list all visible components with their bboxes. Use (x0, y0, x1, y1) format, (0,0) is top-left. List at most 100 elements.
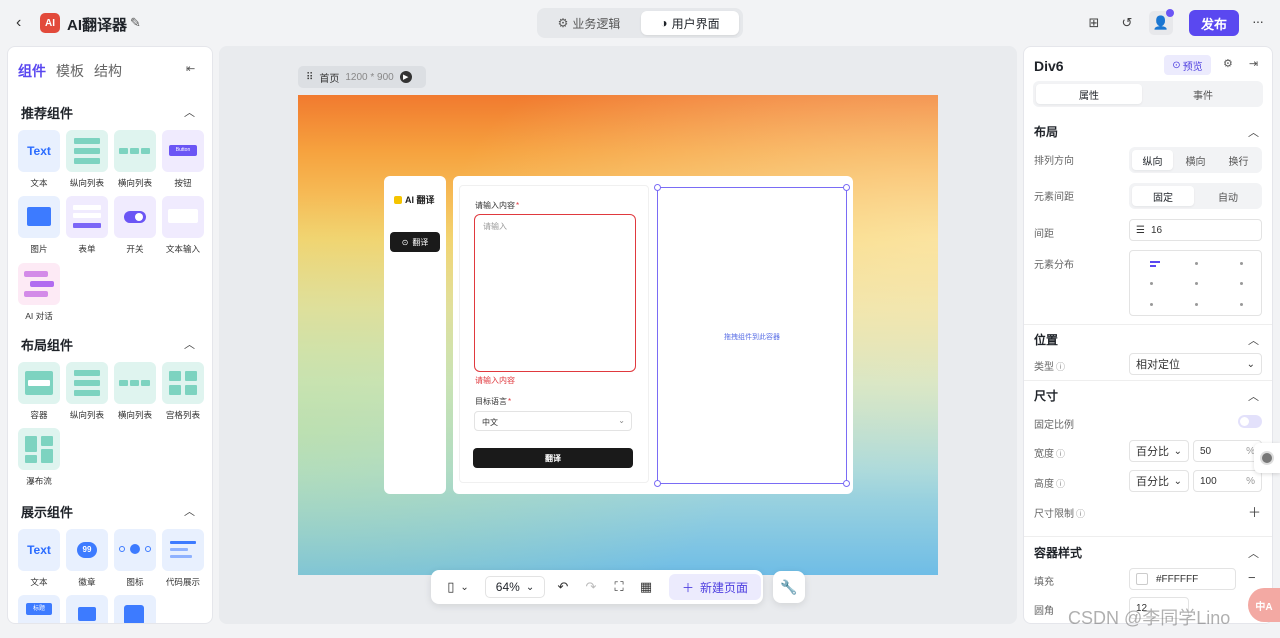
component-image[interactable]: 图片 (17, 196, 61, 255)
align-top-right[interactable] (1240, 262, 1243, 265)
preview-lang-select[interactable]: 中文 ⌄ (474, 411, 632, 431)
redo-icon[interactable]: ↷ (581, 577, 601, 597)
tile-text-label: Text (27, 543, 51, 557)
artboard[interactable]: AI 翻译 ⊙ 翻译 请输入内容* 请输入 请输入内容 目标语言* 中文 ⌄ 翻… (298, 95, 938, 575)
component-grid-list[interactable]: 宫格列表 (161, 362, 205, 421)
component-waterfall[interactable]: 瀑布流 (17, 428, 61, 487)
preview-translate-button[interactable]: 翻译 (473, 448, 633, 468)
chevron-up-icon[interactable]: ︿ (1248, 388, 1259, 404)
align-middle-center[interactable] (1195, 282, 1198, 285)
component-container[interactable]: 容器 (17, 362, 61, 421)
height-unit-select[interactable]: 百分比 ⌄ (1129, 470, 1189, 492)
gap-mode-auto[interactable]: 自动 (1197, 186, 1259, 206)
width-input[interactable]: 50 % (1193, 440, 1262, 462)
align-bottom-right[interactable] (1240, 303, 1243, 306)
component-horizontal-list[interactable]: 横向列表 (113, 130, 157, 189)
gap-input[interactable]: ☰ 16 (1129, 219, 1262, 241)
back-arrow-icon[interactable]: ‹ (16, 14, 30, 32)
component-layout-horizontal-list[interactable]: 横向列表 (113, 362, 157, 421)
preview-nav-translate-button[interactable]: ⊙ 翻译 (390, 232, 440, 252)
tab-business-logic[interactable]: ⚙ 业务逻辑 (541, 11, 637, 35)
selected-container-div6[interactable]: 拖拽组件到此容器 (657, 187, 847, 484)
preview-button[interactable]: ⊙ 预览 (1164, 55, 1211, 75)
tab-components[interactable]: 组件 (18, 61, 46, 81)
drag-handle-icon[interactable]: ⠿ (306, 72, 313, 83)
tab-events[interactable]: 事件 (1147, 84, 1259, 104)
page-chip[interactable]: ⠿ 首页 1200 * 900 ▶ (298, 66, 426, 88)
play-icon[interactable]: ▶ (399, 71, 412, 83)
align-middle-right[interactable] (1240, 282, 1243, 285)
chevron-up-icon[interactable]: ︿ (184, 336, 195, 352)
component-tag[interactable]: 标题 (17, 595, 61, 623)
layout-grid-icon[interactable]: ▦ (636, 577, 656, 597)
distribution-grid[interactable] (1129, 250, 1262, 316)
wrench-icon[interactable]: 🔧 (773, 571, 805, 603)
chevron-down-icon: ⌄ (1173, 445, 1182, 457)
undo-icon[interactable]: ↶ (553, 577, 573, 597)
component-ai-chat[interactable]: AI 对话 (17, 263, 61, 322)
align-bottom-left[interactable] (1150, 303, 1153, 306)
pointer-tool[interactable]: ▯ ⌄ (441, 577, 475, 597)
component-icon[interactable]: 图标 (113, 529, 157, 588)
width-unit-select[interactable]: 百分比 ⌄ (1129, 440, 1189, 462)
preview-content-textarea[interactable]: 请输入 (474, 214, 636, 372)
resize-handle-bottom-right[interactable] (843, 480, 850, 487)
gap-mode-fixed[interactable]: 固定 (1132, 186, 1194, 206)
component-chart[interactable] (113, 595, 157, 623)
align-top-left-icon[interactable] (1150, 261, 1160, 263)
preview-nav-title: AI 翻译 (394, 193, 435, 206)
fit-screen-icon[interactable]: ⛶ (609, 577, 629, 597)
fixed-ratio-toggle[interactable] (1238, 415, 1262, 428)
tab-properties[interactable]: 属性 (1036, 84, 1142, 104)
component-button[interactable]: Button 按钮 (161, 130, 205, 189)
color-swatch[interactable] (1136, 573, 1148, 585)
tab-user-interface[interactable]: ◑ 用户界面 (641, 11, 739, 35)
height-input[interactable]: 100 % (1193, 470, 1262, 492)
chevron-up-icon[interactable]: ︿ (1248, 332, 1259, 348)
tab-structure[interactable]: 结构 (94, 61, 122, 81)
component-text-input[interactable]: 文本输入 (161, 196, 205, 255)
direction-vertical[interactable]: 纵向 (1132, 150, 1173, 170)
component-vertical-list[interactable]: 纵向列表 (65, 130, 109, 189)
chevron-up-icon[interactable]: ︿ (184, 503, 195, 519)
preview-form-column[interactable]: 请输入内容* 请输入 请输入内容 目标语言* 中文 ⌄ 翻译 (459, 185, 649, 483)
component-code-display[interactable]: 代码展示 (161, 529, 205, 588)
settings-gear-icon[interactable]: ⚙ (1223, 57, 1233, 70)
component-text[interactable]: Text 文本 (17, 130, 61, 189)
zoom-select[interactable]: 64% ⌄ (485, 576, 545, 598)
floating-assistant-widget[interactable] (1254, 443, 1280, 473)
component-badge[interactable]: 99 徽章 (65, 529, 109, 588)
remove-fill-icon[interactable]: − (1248, 570, 1256, 585)
chevron-up-icon[interactable]: ︿ (184, 104, 195, 120)
resize-handle-top-right[interactable] (843, 184, 850, 191)
direction-wrap[interactable]: 换行 (1218, 150, 1259, 170)
component-form[interactable]: 表单 (65, 196, 109, 255)
align-top-center[interactable] (1195, 262, 1198, 265)
tab-templates[interactable]: 模板 (56, 61, 84, 81)
chevron-up-icon[interactable]: ︿ (1248, 545, 1259, 561)
publish-button[interactable]: 发布 (1189, 10, 1239, 36)
edit-title-icon[interactable]: ✎ (130, 15, 141, 31)
chevron-up-icon[interactable]: ︿ (1248, 124, 1259, 140)
align-bottom-center[interactable] (1195, 303, 1198, 306)
direction-horizontal[interactable]: 横向 (1175, 150, 1216, 170)
more-icon[interactable]: ··· (1252, 13, 1264, 29)
align-middle-left[interactable] (1150, 282, 1153, 285)
add-size-limit-icon[interactable]: ＋ (1248, 502, 1261, 521)
collapse-panel-icon[interactable]: ⇤ (186, 62, 195, 75)
component-layout-vertical-list[interactable]: 纵向列表 (65, 362, 109, 421)
preview-sidenav[interactable]: AI 翻译 ⊙ 翻译 (384, 176, 446, 494)
position-type-select[interactable]: 相对定位 ⌄ (1129, 353, 1262, 375)
resize-handle-top-left[interactable] (654, 184, 661, 191)
save-icon[interactable]: ⊞ (1083, 12, 1105, 34)
resize-handle-bottom-left[interactable] (654, 480, 661, 487)
new-page-button[interactable]: ＋ 新建页面 (669, 574, 761, 600)
history-icon[interactable]: ↺ (1116, 12, 1138, 34)
component-media[interactable] (65, 595, 109, 623)
collapse-right-icon[interactable]: ⇥ (1249, 57, 1258, 70)
component-switch[interactable]: 开关 (113, 196, 157, 255)
preview-main-card[interactable]: 请输入内容* 请输入 请输入内容 目标语言* 中文 ⌄ 翻译 拖拽组件到此容器 (453, 176, 853, 494)
fill-color-input[interactable]: #FFFFFF (1129, 568, 1236, 590)
corner-translate-widget[interactable]: 中A (1248, 588, 1280, 622)
component-display-text[interactable]: Text 文本 (17, 529, 61, 588)
